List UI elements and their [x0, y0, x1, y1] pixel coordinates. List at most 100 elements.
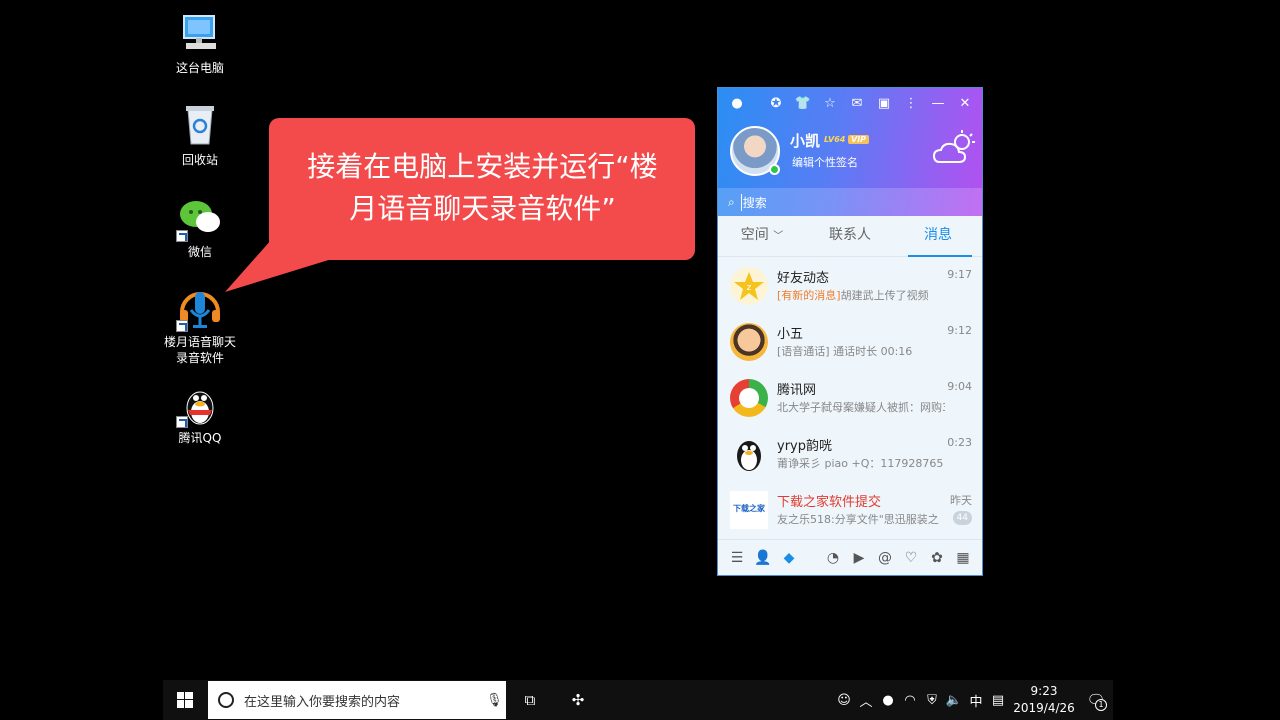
qq-panel: ● ✪ 👕 ☆ ✉ ▣ ⋮ — ✕ 小凯 LV64 VIP 编辑个性签名 ⌕ 搜…: [717, 87, 983, 576]
tab-messages[interactable]: 消息: [894, 216, 982, 256]
chat-name: 小五: [777, 327, 804, 342]
show-hidden-icons-chevron-icon[interactable]: ︿: [855, 691, 877, 710]
avatar: [730, 323, 768, 361]
app-manager-icon[interactable]: ◆: [776, 545, 802, 571]
ime-indicator[interactable]: 中: [965, 691, 987, 710]
desktop-icon-label-line2: 录音软件: [175, 351, 224, 365]
svg-text:z: z: [747, 283, 752, 293]
chat-preview: 北大学子弑母案嫌疑人被抓：网购30多: [777, 401, 945, 414]
signature-field[interactable]: 编辑个性签名: [792, 154, 858, 170]
chat-preview: 莆诤采彡 piao +Q：117928765: [777, 457, 944, 470]
taskbar-search-input[interactable]: 在这里输入你要搜索的内容: [244, 691, 486, 710]
video-play-icon[interactable]: ▶: [846, 545, 872, 571]
qq-search-bar[interactable]: ⌕ 搜索: [718, 188, 982, 216]
chat-time: 9:12: [947, 324, 972, 337]
tab-space[interactable]: 空间 ﹀: [718, 216, 806, 256]
taskbar: 在这里输入你要搜索的内容 🎙 ⧉ ✣ ☺ ︿ ● ◠ ⛨ 🔈 中 ▤ 9:23 …: [163, 680, 1113, 720]
gift-box-icon[interactable]: ▣: [873, 92, 895, 114]
microphone-icon[interactable]: 🎙: [486, 693, 506, 708]
taskbar-search-box[interactable]: 在这里输入你要搜索的内容 🎙: [208, 681, 506, 719]
tab-messages-label: 消息: [924, 227, 952, 243]
qq-tray-icon[interactable]: ●: [877, 693, 899, 708]
chat-name: 下载之家软件提交: [777, 495, 882, 510]
music-icon[interactable]: ◔: [820, 545, 846, 571]
clock[interactable]: 9:23 2019/4/26: [1009, 683, 1079, 717]
vip-badge[interactable]: VIP: [848, 135, 870, 144]
weather-cloud-icon[interactable]: [932, 128, 976, 168]
close-icon[interactable]: ✕: [954, 92, 976, 114]
mail-icon[interactable]: ✉: [846, 92, 868, 114]
qq-tabs: 空间 ﹀ 联系人 消息: [718, 216, 982, 257]
keyboard-layout-icon[interactable]: ▤: [987, 693, 1009, 708]
tab-contacts[interactable]: 联系人: [806, 216, 894, 256]
search-icon: ⌕: [728, 194, 735, 209]
tab-space-label: 空间: [740, 227, 769, 243]
qq-titlebar: ● ✪ 👕 ☆ ✉ ▣ ⋮ — ✕: [718, 88, 982, 118]
clock-time: 9:23: [1030, 684, 1058, 698]
tencent-news-icon: [730, 379, 768, 417]
chat-time: 9:17: [947, 268, 972, 281]
level-badge[interactable]: LV64: [824, 135, 845, 144]
medal-icon[interactable]: ✪: [765, 92, 787, 114]
start-button[interactable]: [163, 680, 207, 720]
people-icon[interactable]: ☺: [833, 693, 855, 708]
qq-penguin-icon: [730, 435, 768, 473]
list-item[interactable]: 小五 [语音通话] 通话时长 00:16 9:12: [718, 313, 982, 369]
callout-text: 接着在电脑上安装并运行“楼 月语音聊天录音软件”: [280, 146, 685, 230]
add-friend-icon[interactable]: 👤: [750, 545, 776, 571]
tab-contacts-label: 联系人: [829, 227, 871, 243]
wechat-icon: [176, 194, 224, 242]
chat-preview: [语音通话] 通话时长 00:16: [777, 345, 913, 358]
shortcut-arrow-icon: [176, 230, 188, 242]
action-center-button[interactable]: 🗨 1: [1079, 691, 1113, 711]
minimize-icon[interactable]: —: [927, 92, 949, 114]
pinned-app-fan-icon[interactable]: ✣: [554, 680, 602, 720]
notification-count: 1: [1095, 699, 1107, 711]
microphone-headset-icon: [176, 284, 224, 332]
download-home-logo: 下载之家: [730, 491, 768, 529]
more-menu-icon[interactable]: ⋮: [900, 92, 922, 114]
volume-icon[interactable]: 🔈: [943, 693, 965, 708]
network-icon[interactable]: ◠: [899, 693, 921, 708]
system-tray: ☺ ︿ ● ◠ ⛨ 🔈 中 ▤ 9:23 2019/4/26 🗨 1: [833, 680, 1113, 720]
desktop-icon-label: 腾讯QQ: [178, 431, 222, 445]
desktop-icon-label: 这台电脑: [175, 61, 224, 75]
shortcut-arrow-icon: [176, 320, 188, 332]
qzone-icon[interactable]: @: [872, 545, 898, 571]
chat-name: 好友动态: [777, 271, 830, 286]
skin-shirt-icon[interactable]: 👕: [792, 92, 814, 114]
download-home-logo-text: 下载之家: [733, 504, 765, 513]
chevron-down-icon: ﹀: [773, 231, 784, 242]
nickname[interactable]: 小凯: [790, 130, 820, 151]
list-item[interactable]: yryp韵咣 莆诤采彡 piao +Q：117928765 0:23: [718, 425, 982, 481]
security-shield-icon[interactable]: ♡: [898, 545, 924, 571]
online-status-icon[interactable]: [769, 164, 780, 175]
security-shield-icon[interactable]: ⛨: [921, 693, 943, 708]
message-list: z 好友动态 [有新的消息]胡建武上传了视频 9:17 小五 [语音通话] 通话…: [718, 257, 982, 537]
desktop-icon-qq[interactable]: 腾讯QQ: [160, 380, 240, 446]
search-input[interactable]: 搜索: [740, 193, 767, 211]
shortcut-arrow-icon: [176, 416, 188, 428]
desktop-icon-recycle-bin[interactable]: 回收站: [160, 102, 240, 168]
unread-badge: 44: [952, 511, 972, 525]
desktop-icon-label: 回收站: [181, 153, 218, 167]
qq-logo-icon: ●: [731, 95, 743, 111]
apps-grid-icon[interactable]: ▦: [950, 545, 976, 571]
chat-preview: 友之乐518:分享文件"思迅服装之: [777, 513, 939, 526]
windows-logo-icon: [177, 692, 193, 708]
chat-preview: [有新的消息]胡建武上传了视频: [777, 287, 945, 303]
qq-header: ● ✪ 👕 ☆ ✉ ▣ ⋮ — ✕ 小凯 LV64 VIP 编辑个性签名 ⌕ 搜…: [718, 88, 982, 216]
callout-line-2: 月语音聊天录音软件”: [349, 192, 616, 225]
chat-preview-text: 胡建武上传了视频: [840, 289, 929, 302]
qq-footer-toolbar: ☰ 👤 ◆ ◔ ▶ @ ♡ ✿ ▦: [718, 539, 982, 575]
star-icon[interactable]: ☆: [819, 92, 841, 114]
list-item[interactable]: 下载之家 下载之家软件提交 友之乐518:分享文件"思迅服装之 昨天 44: [718, 481, 982, 537]
list-item[interactable]: 腾讯网 北大学子弑母案嫌疑人被抓：网购30多 9:04: [718, 369, 982, 425]
recycle-bin-icon: [176, 102, 224, 150]
main-menu-icon[interactable]: ☰: [724, 545, 750, 571]
games-icon[interactable]: ✿: [924, 545, 950, 571]
cortana-icon: [218, 692, 234, 708]
task-view-button[interactable]: ⧉: [506, 680, 554, 720]
list-item[interactable]: z 好友动态 [有新的消息]胡建武上传了视频 9:17: [718, 257, 982, 313]
desktop-icon-this-pc[interactable]: 这台电脑: [160, 10, 240, 76]
